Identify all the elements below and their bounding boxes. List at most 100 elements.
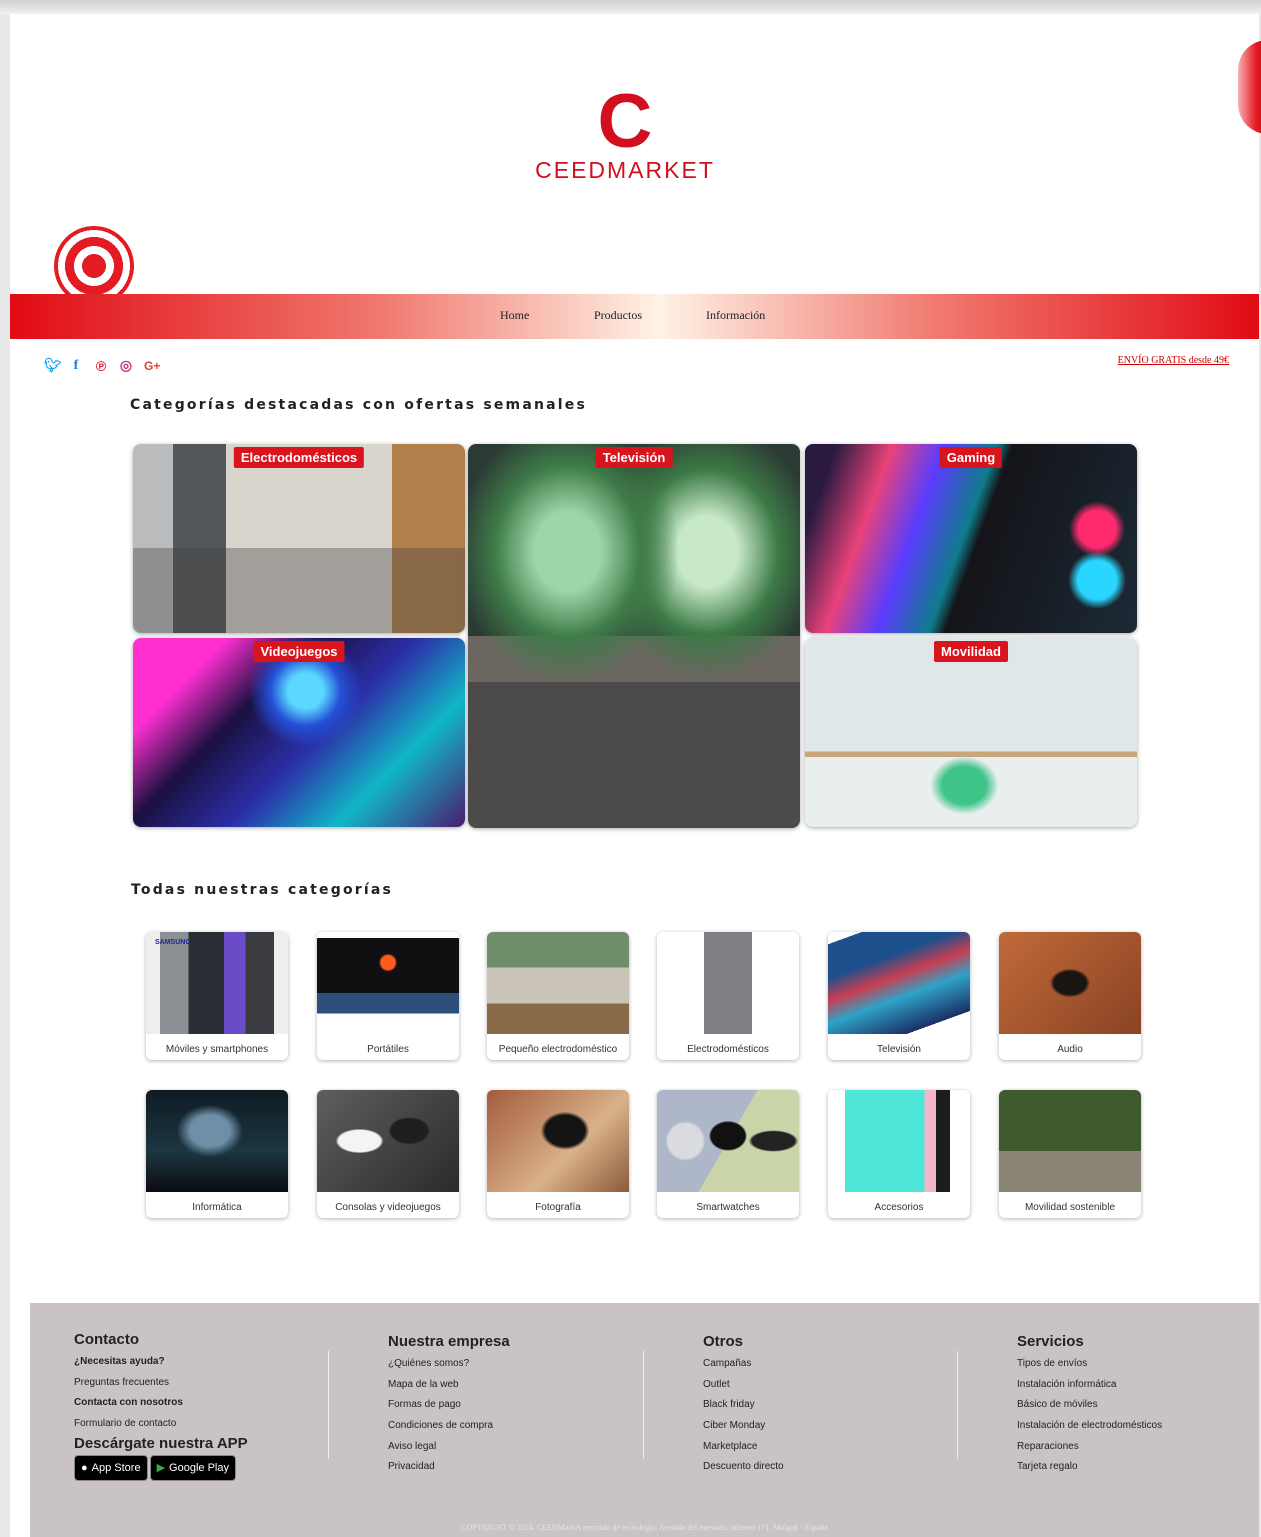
footer-services: Servicios Tipos de envíos Instalación in… [1017,1333,1162,1478]
footer-link[interactable]: Descuento directo [703,1457,784,1478]
category-card-small-appliances[interactable]: Pequeño electrodoméstico [487,932,629,1060]
category-image [828,932,970,1034]
logo-text: CEEDMARKET [535,157,715,183]
category-label: Electrodomésticos [687,1044,769,1055]
footer-link[interactable]: Formas de pago [388,1395,510,1416]
category-card-computing[interactable]: Informática [146,1090,288,1218]
category-image [657,932,799,1034]
featured-title: Categorías destacadas con ofertas semana… [130,397,588,413]
featured-mobility[interactable]: Movilidad [805,638,1137,827]
footer-link[interactable]: Outlet [703,1375,784,1396]
footer-link[interactable]: Reparaciones [1017,1437,1162,1458]
nav-info[interactable]: Información [706,308,765,323]
pinterest-icon[interactable]: ℗ [94,358,108,374]
footer-link[interactable]: Black friday [703,1395,784,1416]
category-label: Pequeño electrodoméstico [498,1044,618,1055]
category-card-appliances[interactable]: Electrodomésticos [657,932,799,1060]
facebook-icon[interactable]: f [69,358,83,374]
featured-label: Movilidad [934,641,1008,662]
footer-others: Otros Campañas Outlet Black friday Ciber… [703,1333,784,1478]
category-card-laptops[interactable]: Portátiles [317,932,459,1060]
category-image: SAMSUNG [146,932,288,1034]
google-play-button[interactable]: ▶ Google Play [149,1454,236,1481]
footer-link[interactable]: Tipos de envíos [1017,1354,1162,1375]
category-image [487,932,629,1034]
twitter-icon[interactable]: 🐦︎ [44,357,62,374]
category-label: Smartwatches [696,1202,760,1213]
nav-products[interactable]: Productos [594,308,642,323]
footer-link[interactable]: Condiciones de compra [388,1416,510,1437]
category-image [999,932,1141,1034]
footer-link[interactable]: Marketplace [703,1437,784,1458]
footer-heading: Otros [703,1333,744,1350]
featured-gaming[interactable]: Gaming [805,444,1137,633]
free-shipping-link[interactable]: ENVÍO GRATIS desde 49€ [1118,355,1229,366]
brand-label: SAMSUNG [155,939,191,946]
footer-link[interactable]: Mapa de la web [388,1375,510,1396]
footer-link[interactable]: Instalación informática [1017,1375,1162,1396]
category-label: Portátiles [367,1044,409,1055]
footer-link[interactable]: Tarjeta regalo [1017,1457,1162,1478]
category-card-sustainable-mobility[interactable]: Movilidad sostenible [999,1090,1141,1218]
nav-home[interactable]: Home [500,308,529,323]
apple-icon: ● [81,1462,88,1475]
footer-link[interactable]: Ciber Monday [703,1416,784,1437]
footer-divider [328,1351,329,1459]
google-plus-icon[interactable]: G+ [144,359,160,373]
category-label: Audio [1057,1044,1083,1055]
footer-divider [957,1351,958,1459]
main-nav: Home Productos Información [10,294,1259,339]
category-card-audio[interactable]: Audio [999,932,1141,1060]
side-badge[interactable] [1238,40,1261,134]
featured-appliances[interactable]: Electrodomésticos [133,444,465,633]
footer-link[interactable]: Aviso legal [388,1437,510,1458]
footer-link[interactable]: ¿Quiénes somos? [388,1354,510,1375]
logo-initial: C [597,79,653,164]
category-card-photo[interactable]: Fotografía [487,1090,629,1218]
google-play-label: Google Play [169,1461,229,1474]
category-image [999,1090,1141,1192]
category-label: Televisión [877,1044,921,1055]
footer-heading: Contacto [74,1331,139,1348]
logo[interactable]: C CEEDMARKET [505,79,745,184]
category-label: Consolas y videojuegos [335,1202,441,1213]
category-label: Móviles y smartphones [165,1044,269,1055]
category-image [828,1090,970,1192]
category-card-consoles[interactable]: Consolas y videojuegos [317,1090,459,1218]
footer-link[interactable]: Formulario de contacto [74,1414,248,1435]
copyright: COPYRIGHT © 2024. CEEDMarket mercado de … [461,1523,828,1532]
footer-help: ¿Necesitas ayuda? [74,1356,165,1367]
category-image [487,1090,629,1192]
footer-link[interactable]: Preguntas frecuentes [74,1373,248,1394]
category-card-phones[interactable]: SAMSUNG Móviles y smartphones [146,932,288,1060]
featured-tv[interactable]: Televisión [468,444,800,828]
category-label: Movilidad sostenible [1024,1202,1116,1213]
category-card-tv[interactable]: Televisión [828,932,970,1060]
footer-company: Nuestra empresa ¿Quiénes somos? Mapa de … [388,1333,510,1478]
footer-link[interactable]: Campañas [703,1354,784,1375]
footer-link[interactable]: Básico de móviles [1017,1395,1162,1416]
footer-app-heading: Descárgate nuestra APP [74,1434,248,1452]
category-image [317,932,459,1034]
category-card-accessories[interactable]: Accesorios [828,1090,970,1218]
category-image [146,1090,288,1192]
category-label: Informática [192,1202,242,1213]
instagram-icon[interactable]: ◎ [119,357,133,374]
social-links: 🐦︎ f ℗ ◎ G+ [44,357,160,374]
category-label: Accesorios [874,1202,924,1213]
footer-link[interactable]: Instalación de electrodomésticos [1017,1416,1162,1437]
featured-label: Videojuegos [253,641,345,662]
footer-divider [643,1351,644,1459]
featured-videogames[interactable]: Videojuegos [133,638,465,827]
top-shadow [0,0,1261,14]
categories-title: Todas nuestras categorías [131,882,394,898]
footer-contact: Contacto ¿Necesitas ayuda? Preguntas fre… [74,1331,248,1482]
footer-heading: Servicios [1017,1333,1084,1350]
app-store-button[interactable]: ● App Store [74,1455,148,1482]
footer-link[interactable]: Privacidad [388,1457,510,1478]
footer-heading: Nuestra empresa [388,1333,510,1350]
category-card-smartwatches[interactable]: Smartwatches [657,1090,799,1218]
category-image [317,1090,459,1192]
featured-label: Televisión [595,447,673,468]
category-label: Fotografía [535,1202,581,1213]
